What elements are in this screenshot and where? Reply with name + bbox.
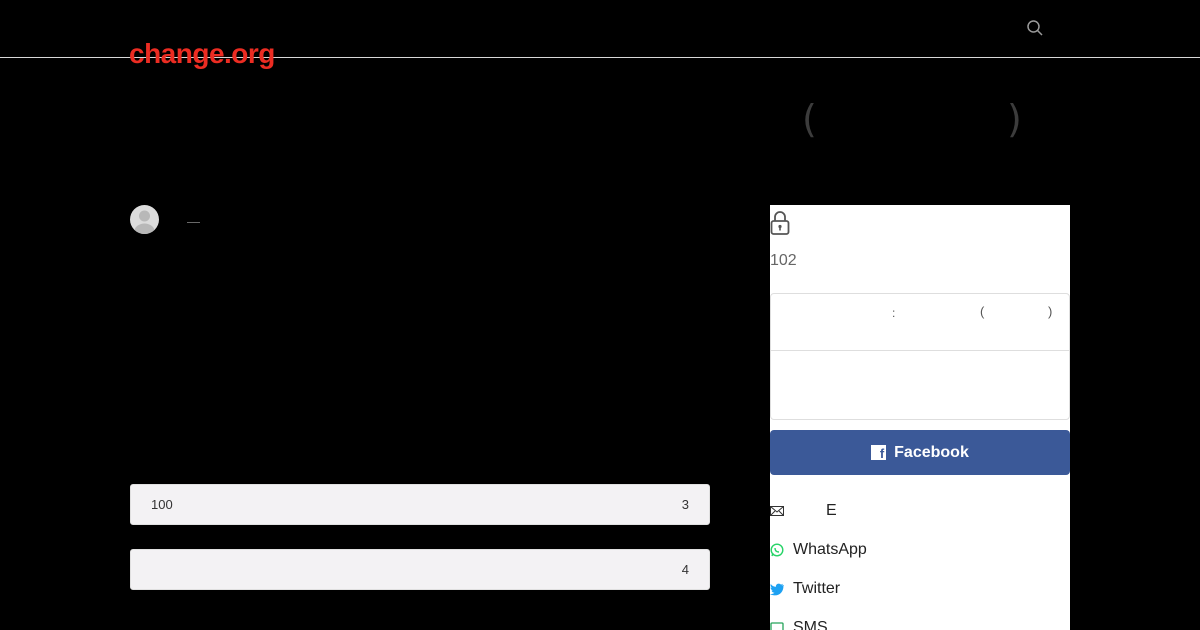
twitter-share-label: Twitter xyxy=(793,580,841,597)
hero-paren-open: ( xyxy=(802,97,817,141)
whatsapp-icon xyxy=(770,543,784,557)
sign-panel: 102 : ( ) f Facebook E WhatsApp Twitter … xyxy=(770,205,1070,630)
progress-row: 100 3 xyxy=(130,484,710,525)
name-input[interactable]: : ( ) xyxy=(770,293,1070,351)
progress-row: 4 xyxy=(130,549,710,590)
email-share-link[interactable]: E xyxy=(770,499,837,523)
progress-right-value: 4 xyxy=(681,562,689,577)
email-icon xyxy=(770,504,784,518)
sms-icon xyxy=(770,621,784,630)
lock-icon xyxy=(770,210,790,236)
author-name: — xyxy=(187,214,200,229)
progress-right-value: 3 xyxy=(681,497,689,512)
progress-left-value: 100 xyxy=(151,497,173,512)
avatar xyxy=(130,205,159,234)
search-icon[interactable] xyxy=(1026,19,1044,37)
field-colon: : xyxy=(892,306,896,320)
facebook-label: Facebook xyxy=(894,443,969,461)
whatsapp-share-link[interactable]: WhatsApp xyxy=(770,538,867,562)
sms-share-link[interactable]: SMS xyxy=(770,616,828,630)
sms-share-label: SMS xyxy=(793,619,828,630)
twitter-icon xyxy=(770,582,784,596)
email-share-label: E xyxy=(826,502,837,519)
field-paren-close: ) xyxy=(1048,304,1053,319)
signature-count: 102 xyxy=(770,252,797,269)
comment-input[interactable] xyxy=(770,350,1070,420)
whatsapp-share-label: WhatsApp xyxy=(793,541,867,558)
hero-paren-close: ) xyxy=(1007,97,1022,141)
facebook-icon: f xyxy=(871,445,887,460)
twitter-share-link[interactable]: Twitter xyxy=(770,577,840,601)
logo[interactable]: change.org xyxy=(129,38,275,70)
field-paren-open: ( xyxy=(980,304,985,319)
facebook-share-button[interactable]: f Facebook xyxy=(770,430,1070,475)
